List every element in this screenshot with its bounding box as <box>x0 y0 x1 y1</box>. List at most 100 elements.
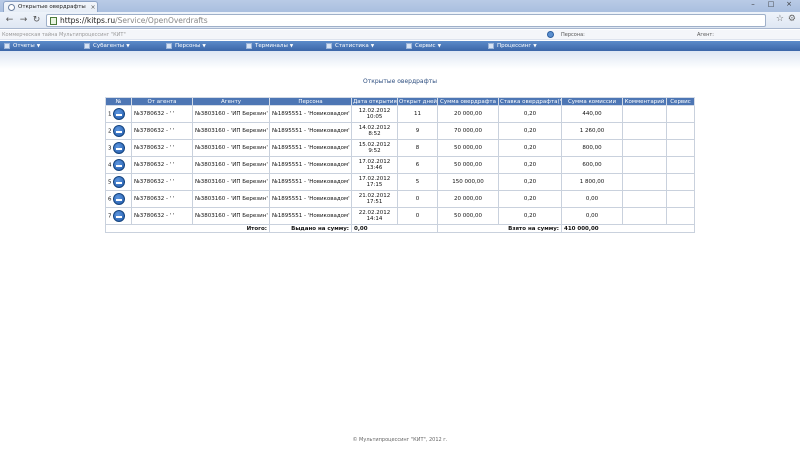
close-overdraft-icon[interactable] <box>113 193 126 205</box>
row-number-cell: 3 <box>105 139 132 157</box>
service-cell <box>666 139 695 157</box>
open-date-cell: 17.02.2012 17:15 <box>351 173 398 191</box>
close-overdraft-icon[interactable] <box>113 142 126 154</box>
chevron-down-icon: ▼ <box>36 43 41 49</box>
from-agent-cell: №3780632 - ' ' <box>131 105 193 123</box>
overdraft-amount-cell: 50 000,00 <box>437 207 499 225</box>
overdraft-rate-cell: 0,20 <box>498 207 562 225</box>
tab-close-icon[interactable]: × <box>89 4 97 11</box>
subagents-icon <box>84 43 90 49</box>
menu-processing[interactable]: Процессинг ▼ <box>488 42 537 50</box>
column-header[interactable]: Дата открытия <box>351 97 398 106</box>
menu-reports[interactable]: Отчеты ▼ <box>4 42 40 50</box>
menu-terminals[interactable]: Терминалы ▼ <box>246 42 293 50</box>
service-cell <box>666 156 695 174</box>
service-cell <box>666 207 695 225</box>
persona-icon <box>547 31 554 38</box>
column-header[interactable]: Сумма овердрафта <box>437 97 499 106</box>
menu-subagents[interactable]: Субагенты ▼ <box>84 42 130 50</box>
commission-cell: 0,00 <box>561 190 623 208</box>
taken-label: Взято на сумму: <box>437 224 562 233</box>
to-agent-cell: №3803160 - 'ИП Березин' <box>192 173 270 191</box>
open-date-cell: 14.02.2012 8:52 <box>351 122 398 140</box>
open-time: 10:05 <box>366 114 383 120</box>
persona-cell: №1895551 - 'Новиковадом' <box>269 156 352 174</box>
row-number: 6 <box>108 196 112 203</box>
open-time: 8:52 <box>368 131 381 137</box>
days-open-cell: 6 <box>397 156 438 174</box>
from-agent-cell: №3780632 - ' ' <box>131 122 193 140</box>
column-header[interactable]: Открыт дней <box>397 97 438 106</box>
overdraft-rate-cell: 0,20 <box>498 190 562 208</box>
column-header[interactable]: № <box>105 97 132 106</box>
commission-cell: 0,00 <box>561 207 623 225</box>
persona-cell: №1895551 - 'Новиковадом' <box>269 173 352 191</box>
comment-cell <box>622 122 667 140</box>
row-number-cell: 2 <box>105 122 132 140</box>
service-cell <box>666 122 695 140</box>
open-date-cell: 12.02.2012 10:05 <box>351 105 398 123</box>
menu-statistics[interactable]: Статистика ▼ <box>326 42 374 50</box>
row-number-cell: 4 <box>105 156 132 174</box>
menu-persons[interactable]: Персоны ▼ <box>166 42 206 50</box>
browser-toolbar: ← → ↻ https://kitps.ru/Service/OpenOverd… <box>0 12 800 29</box>
close-overdraft-icon[interactable] <box>113 125 126 137</box>
days-open-cell: 5 <box>397 173 438 191</box>
days-open-cell: 0 <box>397 207 438 225</box>
app-header: Коммерческая тайна Мультипроцессинг "КИТ… <box>0 30 800 40</box>
table-row: 4 №3780632 - ' ' №3803160 - 'ИП Березин' №… <box>105 156 695 174</box>
issued-label: Выдано на сумму: <box>269 224 352 233</box>
row-number-cell: 6 <box>105 190 132 208</box>
menu-service[interactable]: Сервис ▼ <box>406 42 441 50</box>
chevron-down-icon: ▼ <box>370 43 375 49</box>
chevron-down-icon: ▼ <box>533 43 537 49</box>
open-date-cell: 17.02.2012 13:46 <box>351 156 398 174</box>
close-overdraft-icon[interactable] <box>113 108 126 120</box>
service-cell <box>666 105 695 123</box>
persona-cell: №1895551 - 'Новиковадом' <box>269 207 352 225</box>
overdraft-rate-cell: 0,20 <box>498 105 562 123</box>
maximize-icon[interactable]: □ <box>762 0 780 10</box>
overdraft-rate-cell: 0,20 <box>498 122 562 140</box>
minimize-icon[interactable]: – <box>744 0 762 10</box>
persona-cell: №1895551 - 'Новиковадом' <box>269 190 352 208</box>
commission-cell: 1 260,00 <box>561 122 623 140</box>
row-number: 1 <box>108 111 112 118</box>
processing-icon <box>488 43 494 49</box>
row-number: 4 <box>108 162 112 169</box>
commission-cell: 440,00 <box>561 105 623 123</box>
comment-cell <box>622 173 667 191</box>
to-agent-cell: №3803160 - 'ИП Березин' <box>192 122 270 140</box>
column-header[interactable]: Сумма комиссии <box>561 97 623 106</box>
window-close-icon[interactable]: × <box>780 0 798 10</box>
persona-cell: №1895551 - 'Новиковадом' <box>269 122 352 140</box>
column-header[interactable]: От агента <box>131 97 193 106</box>
persona-cell: №1895551 - 'Новиковадом' <box>269 139 352 157</box>
terminals-icon <box>246 43 252 49</box>
address-bar[interactable]: https://kitps.ru/Service/OpenOverdrafts <box>46 14 766 27</box>
close-overdraft-icon[interactable] <box>113 159 126 171</box>
column-header[interactable]: Сервис <box>666 97 695 106</box>
from-agent-cell: №3780632 - ' ' <box>131 139 193 157</box>
commission-cell: 800,00 <box>561 139 623 157</box>
overdraft-amount-cell: 70 000,00 <box>437 122 499 140</box>
days-open-cell: 11 <box>397 105 438 123</box>
from-agent-cell: №3780632 - ' ' <box>131 207 193 225</box>
column-header[interactable]: Персона <box>269 97 352 106</box>
column-header[interactable]: Комментарий <box>622 97 667 106</box>
close-overdraft-icon[interactable] <box>113 210 126 222</box>
wrench-menu-icon[interactable]: ⚙ <box>788 14 796 24</box>
comment-cell <box>622 105 667 123</box>
reload-icon[interactable]: ↻ <box>31 15 42 26</box>
close-overdraft-icon[interactable] <box>113 176 126 188</box>
forward-icon[interactable]: → <box>18 15 29 26</box>
from-agent-cell: №3780632 - ' ' <box>131 173 193 191</box>
to-agent-cell: №3803160 - 'ИП Березин' <box>192 190 270 208</box>
browser-tab[interactable]: Открытые овердрафты × <box>3 1 98 12</box>
column-header[interactable]: Агенту <box>192 97 270 106</box>
comment-cell <box>622 190 667 208</box>
back-icon[interactable]: ← <box>4 15 15 26</box>
comment-cell <box>622 207 667 225</box>
column-header[interactable]: Ставка овердрафта(%) <box>498 97 562 106</box>
bookmark-star-icon[interactable]: ☆ <box>776 14 784 24</box>
